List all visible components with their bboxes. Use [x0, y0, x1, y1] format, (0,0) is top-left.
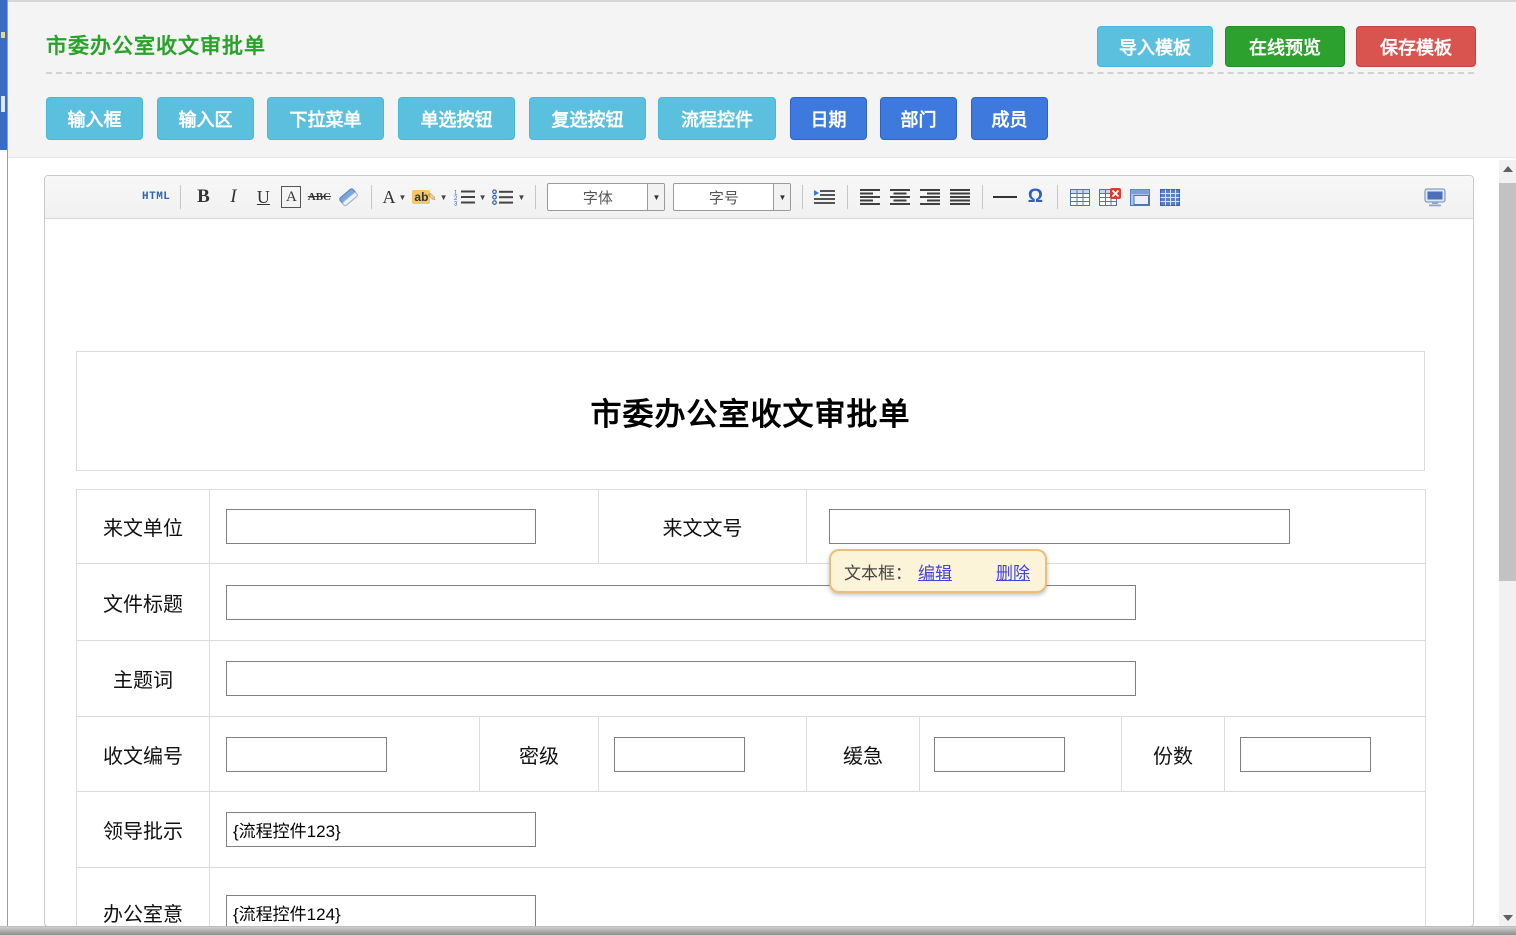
page-title: 市委办公室收文审批单 — [46, 30, 266, 60]
toolbar-separator — [535, 185, 536, 209]
add-checkbox-button[interactable]: 复选按钮 — [529, 97, 646, 140]
online-preview-button[interactable]: 在线预览 — [1225, 26, 1345, 67]
align-center-button[interactable] — [888, 183, 912, 211]
add-flow-control-button[interactable]: 流程控件 — [658, 97, 776, 140]
header-panel: 市委办公室收文审批单 导入模板 在线预览 保存模板 输入框 输入区 下拉菜单 单… — [8, 0, 1516, 158]
field-label-secrecy-level: 密级 — [480, 717, 599, 792]
field-label-urgency: 缓急 — [807, 717, 920, 792]
unordered-list-button[interactable]: ▼ — [492, 183, 525, 211]
table-row: 主题词 — [77, 641, 1426, 717]
ordered-list-button[interactable]: 123 ▼ — [454, 183, 487, 211]
table-row: 文件标题 — [77, 564, 1426, 641]
html-source-button[interactable]: HTML — [142, 183, 170, 211]
toolbar-separator — [371, 185, 372, 209]
add-department-button[interactable]: 部门 — [880, 97, 957, 140]
toolbar-separator — [802, 185, 803, 209]
toolbar-separator — [982, 185, 983, 209]
table-row: 办公室意 — [77, 868, 1426, 928]
field-label-source-unit: 来文单位 — [77, 490, 210, 564]
remove-format-eraser-icon[interactable] — [337, 183, 361, 211]
boxed-a-button[interactable]: A — [281, 186, 301, 208]
special-char-button[interactable]: Ω — [1023, 183, 1047, 211]
vertical-scrollbar[interactable] — [1499, 160, 1516, 926]
font-color-button[interactable]: A▼ — [382, 183, 406, 211]
chevron-down-icon: ▼ — [647, 184, 664, 210]
add-date-button[interactable]: 日期 — [790, 97, 867, 140]
strikethrough-button[interactable]: ABC — [307, 183, 331, 211]
field-label-office-opinion: 办公室意 — [77, 868, 210, 928]
indent-button[interactable] — [813, 183, 837, 211]
toolbar-separator — [1057, 185, 1058, 209]
bold-button[interactable]: B — [191, 183, 215, 211]
svg-text:3: 3 — [454, 201, 458, 206]
add-member-button[interactable]: 成员 — [971, 97, 1048, 140]
chevron-down-icon: ▼ — [398, 193, 406, 202]
align-justify-button[interactable] — [948, 183, 972, 211]
receipt-number-input[interactable] — [226, 737, 387, 772]
field-label-doc-title: 文件标题 — [77, 564, 210, 641]
import-template-button[interactable]: 导入模板 — [1097, 26, 1213, 67]
scroll-down-button[interactable] — [1499, 909, 1516, 926]
font-family-select[interactable]: 字体▼ — [547, 183, 665, 211]
scrollbar-thumb[interactable] — [1499, 183, 1516, 581]
editor-toolbar: HTML B I U A ABC A▼ ab✎▼ 123 ▼ ▼ 字体▼ 字号▼ — [45, 176, 1473, 219]
table-row: 来文单位 来文文号 — [77, 490, 1426, 564]
chevron-down-icon: ▼ — [479, 193, 487, 202]
table-cell-props-button[interactable] — [1158, 183, 1182, 211]
chevron-down-icon: ▼ — [773, 184, 790, 210]
background-window-icon-fragment — [1, 96, 5, 112]
field-label-doc-number: 来文文号 — [599, 490, 807, 564]
form-table: 来文单位 来文文号 文件标题 主题词 收文编号 密级 缓急 份数 — [76, 489, 1426, 927]
table-row: 收文编号 密级 缓急 份数 — [77, 717, 1426, 792]
horizontal-rule-button[interactable] — [993, 183, 1017, 211]
tooltip-label: 文本框： — [844, 559, 912, 584]
source-unit-input[interactable] — [226, 509, 536, 544]
add-dropdown-button[interactable]: 下拉菜单 — [267, 97, 384, 140]
add-radio-button[interactable]: 单选按钮 — [398, 97, 515, 140]
doc-number-input[interactable] — [829, 509, 1290, 544]
office-opinion-input[interactable] — [226, 895, 536, 927]
chevron-down-icon: ▼ — [440, 193, 448, 202]
background-window-icon-fragment — [1, 32, 5, 38]
italic-button[interactable]: I — [221, 183, 245, 211]
urgency-input[interactable] — [934, 737, 1065, 772]
chevron-down-icon: ▼ — [517, 193, 525, 202]
form-title: 市委办公室收文审批单 — [591, 389, 911, 434]
subject-words-input[interactable] — [226, 661, 1136, 696]
dashed-divider — [46, 72, 1474, 74]
add-textarea-button[interactable]: 输入区 — [157, 97, 254, 140]
table-row: 领导批示 — [77, 792, 1426, 868]
form-title-box: 市委办公室收文审批单 — [76, 351, 1425, 471]
field-label-receipt-number: 收文编号 — [77, 717, 210, 792]
save-template-button[interactable]: 保存模板 — [1356, 26, 1476, 67]
page: 市委办公室收文审批单 导入模板 在线预览 保存模板 输入框 输入区 下拉菜单 单… — [0, 0, 1516, 935]
align-right-button[interactable] — [918, 183, 942, 211]
fullscreen-button[interactable] — [1423, 183, 1447, 211]
toolbar-separator — [847, 185, 848, 209]
window-bottom-edge — [0, 926, 1516, 935]
control-tooltip: 文本框： 编辑 删除 — [829, 549, 1047, 593]
delete-control-link[interactable]: 删除 — [996, 559, 1030, 584]
field-label-subject-words: 主题词 — [77, 641, 210, 717]
secrecy-level-input[interactable] — [614, 737, 745, 772]
font-size-select[interactable]: 字号▼ — [673, 183, 791, 211]
insert-table-button[interactable] — [1068, 183, 1092, 211]
add-input-box-button[interactable]: 输入框 — [46, 97, 143, 140]
table-cell-merge-button[interactable] — [1128, 183, 1152, 211]
field-label-leader-instructions: 领导批示 — [77, 792, 210, 868]
background-window-sliver — [0, 0, 7, 150]
rich-text-editor: HTML B I U A ABC A▼ ab✎▼ 123 ▼ ▼ 字体▼ 字号▼ — [44, 175, 1474, 927]
copies-input[interactable] — [1240, 737, 1371, 772]
field-label-copies: 份数 — [1122, 717, 1225, 792]
toolbar-separator — [180, 185, 181, 209]
align-left-button[interactable] — [858, 183, 882, 211]
delete-table-button[interactable] — [1098, 183, 1122, 211]
leader-instructions-input[interactable] — [226, 812, 536, 847]
scroll-up-button[interactable] — [1499, 160, 1516, 177]
underline-button[interactable]: U — [251, 183, 275, 211]
highlight-color-button[interactable]: ab✎▼ — [412, 183, 447, 211]
edit-control-link[interactable]: 编辑 — [918, 559, 952, 584]
